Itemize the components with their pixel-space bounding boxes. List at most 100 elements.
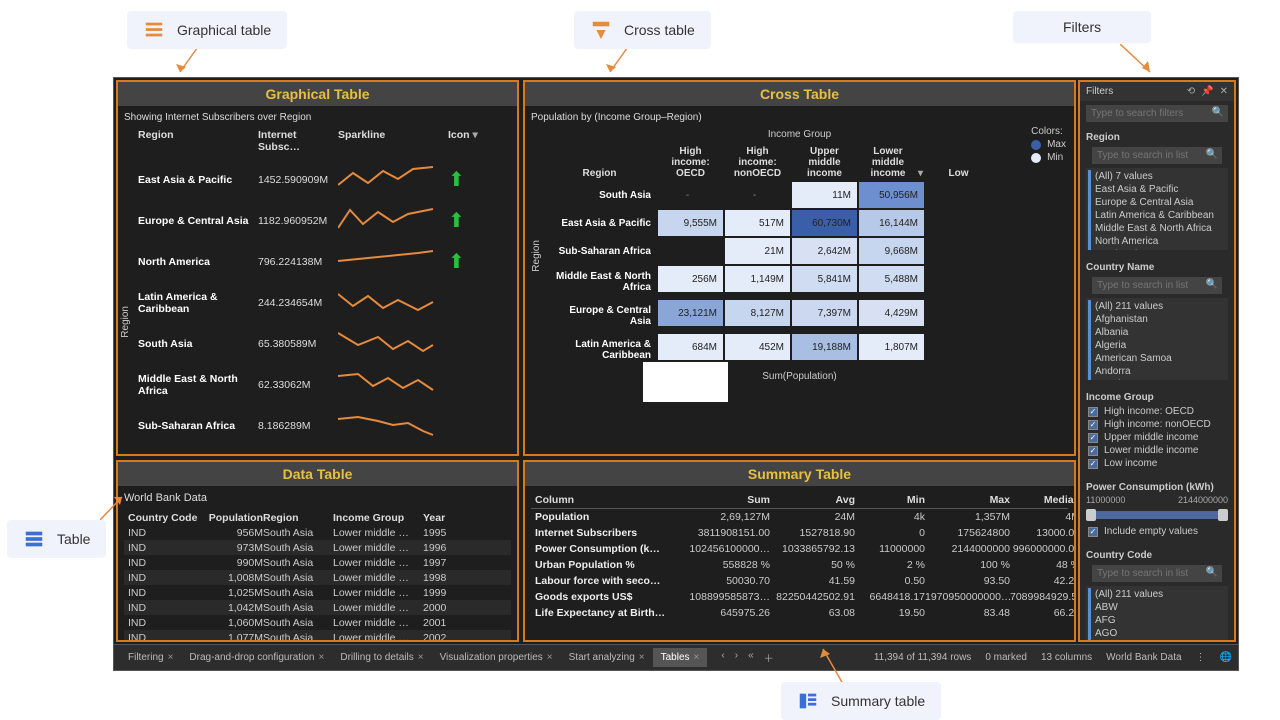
- col-head[interactable]: Lower middle income ▾: [858, 144, 925, 181]
- checkbox-item[interactable]: ✓High income: OECD: [1086, 405, 1228, 418]
- list-item[interactable]: Algeria: [1088, 339, 1226, 352]
- pin-icon[interactable]: 📌: [1201, 86, 1213, 97]
- bottom-tab[interactable]: Drilling to details×: [332, 648, 431, 667]
- table-row[interactable]: Middle East & North Africa 62.33062M: [124, 364, 511, 405]
- col-head[interactable]: Sparkline: [338, 129, 448, 153]
- list-item[interactable]: Albania: [1088, 326, 1226, 339]
- cell[interactable]: -: [658, 182, 723, 208]
- list-item[interactable]: Europe & Central Asia: [1088, 196, 1226, 209]
- table-row[interactable]: East Asia & Pacific 1452.590909M ⬆: [124, 159, 511, 200]
- checkbox-item[interactable]: ✓Upper middle income: [1086, 431, 1228, 444]
- bottom-tab[interactable]: Drag-and-drop configuration×: [181, 648, 332, 667]
- cell[interactable]: 21M: [725, 238, 790, 264]
- cell[interactable]: 8,127M: [725, 300, 790, 326]
- refresh-icon[interactable]: ⟲: [1187, 86, 1195, 97]
- checkbox-item[interactable]: ✓Lower middle income: [1086, 444, 1228, 457]
- close-icon[interactable]: ✕: [1220, 86, 1228, 97]
- cell[interactable]: [658, 238, 723, 264]
- table-row[interactable]: IND1,008MSouth AsiaLower middle …1998: [124, 570, 511, 585]
- checkbox-item[interactable]: ✓Low income: [1086, 457, 1228, 470]
- list-item[interactable]: Andorra: [1088, 365, 1226, 378]
- search-icon[interactable]: 🔍: [1206, 567, 1218, 578]
- table-row[interactable]: IND1,077MSouth AsiaLower middle …2002: [124, 630, 511, 640]
- list-search-input[interactable]: [1092, 565, 1222, 582]
- list-item[interactable]: North America: [1088, 235, 1226, 248]
- panel-body[interactable]: Column Sum Avg Min Max Median Population…: [525, 486, 1074, 640]
- cell[interactable]: 5,841M: [792, 266, 857, 292]
- list-item[interactable]: (All) 7 values: [1088, 170, 1226, 183]
- col-head[interactable]: Avg: [770, 494, 855, 506]
- globe-icon[interactable]: 🌐: [1220, 652, 1232, 663]
- panel-body[interactable]: Showing Internet Subscribers over Region…: [118, 106, 517, 454]
- cell[interactable]: 517M: [725, 210, 790, 236]
- col-head[interactable]: Income Group: [333, 512, 423, 524]
- filter-search-input[interactable]: [1086, 105, 1228, 122]
- col-head[interactable]: Population: [203, 512, 263, 524]
- col-head[interactable]: Upper middle income: [791, 144, 858, 181]
- cell[interactable]: 11M: [792, 182, 857, 208]
- list-item[interactable]: AFG: [1088, 614, 1226, 627]
- cell[interactable]: 452M: [725, 334, 790, 360]
- list-item[interactable]: South Asia: [1088, 248, 1226, 250]
- list-item[interactable]: (All) 211 values: [1088, 300, 1226, 313]
- cell[interactable]: 50,956M: [859, 182, 924, 208]
- bottom-tab[interactable]: Start analyzing×: [561, 648, 653, 667]
- panel-body[interactable]: World Bank Data Country Code Population …: [118, 486, 517, 640]
- list-search-input[interactable]: [1092, 277, 1222, 294]
- checkbox-item[interactable]: ✓High income: nonOECD: [1086, 418, 1228, 431]
- row-head[interactable]: Sub-Saharan Africa: [542, 237, 657, 265]
- panel-body[interactable]: Population by (Income Group–Region) Inco…: [525, 106, 1074, 454]
- list-item[interactable]: ABW: [1088, 601, 1226, 614]
- next-icon[interactable]: ›: [735, 650, 738, 665]
- cell[interactable]: 5,488M: [859, 266, 924, 292]
- table-row[interactable]: Europe & Central Asia 1182.960952M ⬆: [124, 200, 511, 241]
- filter-list[interactable]: (All) 211 valuesAfghanistanAlbaniaAlgeri…: [1086, 298, 1228, 380]
- list-item[interactable]: (All) 211 values: [1088, 588, 1226, 601]
- cell[interactable]: [926, 210, 991, 236]
- include-empty-checkbox[interactable]: ✓Include empty values: [1086, 525, 1228, 538]
- cell[interactable]: 4,429M: [859, 300, 924, 326]
- cell[interactable]: -: [725, 182, 790, 208]
- cell[interactable]: 7,397M: [792, 300, 857, 326]
- table-row[interactable]: Latin America & Caribbean 244.234654M: [124, 282, 511, 323]
- cell[interactable]: [926, 238, 991, 264]
- filter-list[interactable]: (All) 7 valuesEast Asia & PacificEurope …: [1086, 168, 1228, 250]
- table-row[interactable]: Population2,69,127M24M4k1,357M4M: [531, 509, 1068, 525]
- list-item[interactable]: Middle East & North Africa: [1088, 222, 1226, 235]
- cell[interactable]: 256M: [658, 266, 723, 292]
- close-icon[interactable]: ×: [639, 652, 645, 663]
- search-icon[interactable]: 🔍: [1206, 279, 1218, 290]
- table-row[interactable]: IND1,042MSouth AsiaLower middle …2000: [124, 600, 511, 615]
- row-head[interactable]: Middle East & North Africa: [542, 265, 657, 299]
- table-row[interactable]: South Asia 65.380589M: [124, 323, 511, 364]
- close-icon[interactable]: ×: [418, 652, 424, 663]
- row-head[interactable]: Europe & Central Asia: [542, 299, 657, 333]
- table-row[interactable]: Goods exports US$108899585873…8225044250…: [531, 589, 1068, 605]
- cell[interactable]: 19,188M: [792, 334, 857, 360]
- list-item[interactable]: American Samoa: [1088, 352, 1226, 365]
- menu-icon[interactable]: ⋮: [1196, 652, 1206, 663]
- col-head[interactable]: Column: [535, 494, 675, 506]
- table-row[interactable]: Urban Population %558828 %50 %2 %100 %48…: [531, 557, 1068, 573]
- table-row[interactable]: Labour force with seco…50030.7041.590.50…: [531, 573, 1068, 589]
- col-head[interactable]: Max: [925, 494, 1010, 506]
- table-row[interactable]: IND956MSouth AsiaLower middle …1995: [124, 525, 511, 540]
- table-row[interactable]: Sub-Saharan Africa 8.186289M: [124, 405, 511, 446]
- cell[interactable]: [926, 334, 991, 360]
- bottom-tab[interactable]: Filtering×: [120, 648, 181, 667]
- table-row[interactable]: North America 796.224138M ⬆: [124, 241, 511, 282]
- col-head[interactable]: Country Code: [128, 512, 203, 524]
- list-item[interactable]: AGO: [1088, 627, 1226, 640]
- col-head[interactable]: Sum: [675, 494, 770, 506]
- bottom-tab[interactable]: Visualization properties×: [432, 648, 561, 667]
- col-head[interactable]: Year: [423, 512, 463, 524]
- cell[interactable]: [926, 300, 991, 326]
- cell[interactable]: [926, 182, 991, 208]
- col-head[interactable]: Region: [138, 129, 258, 153]
- col-head[interactable]: Median: [1010, 494, 1074, 506]
- range-slider[interactable]: [1088, 511, 1226, 519]
- bottom-tab[interactable]: Tables×: [653, 648, 708, 667]
- table-row[interactable]: IND1,060MSouth AsiaLower middle …2001: [124, 615, 511, 630]
- cell[interactable]: 1,807M: [859, 334, 924, 360]
- table-row[interactable]: Internet Subscribers3811908151.001527818…: [531, 525, 1068, 541]
